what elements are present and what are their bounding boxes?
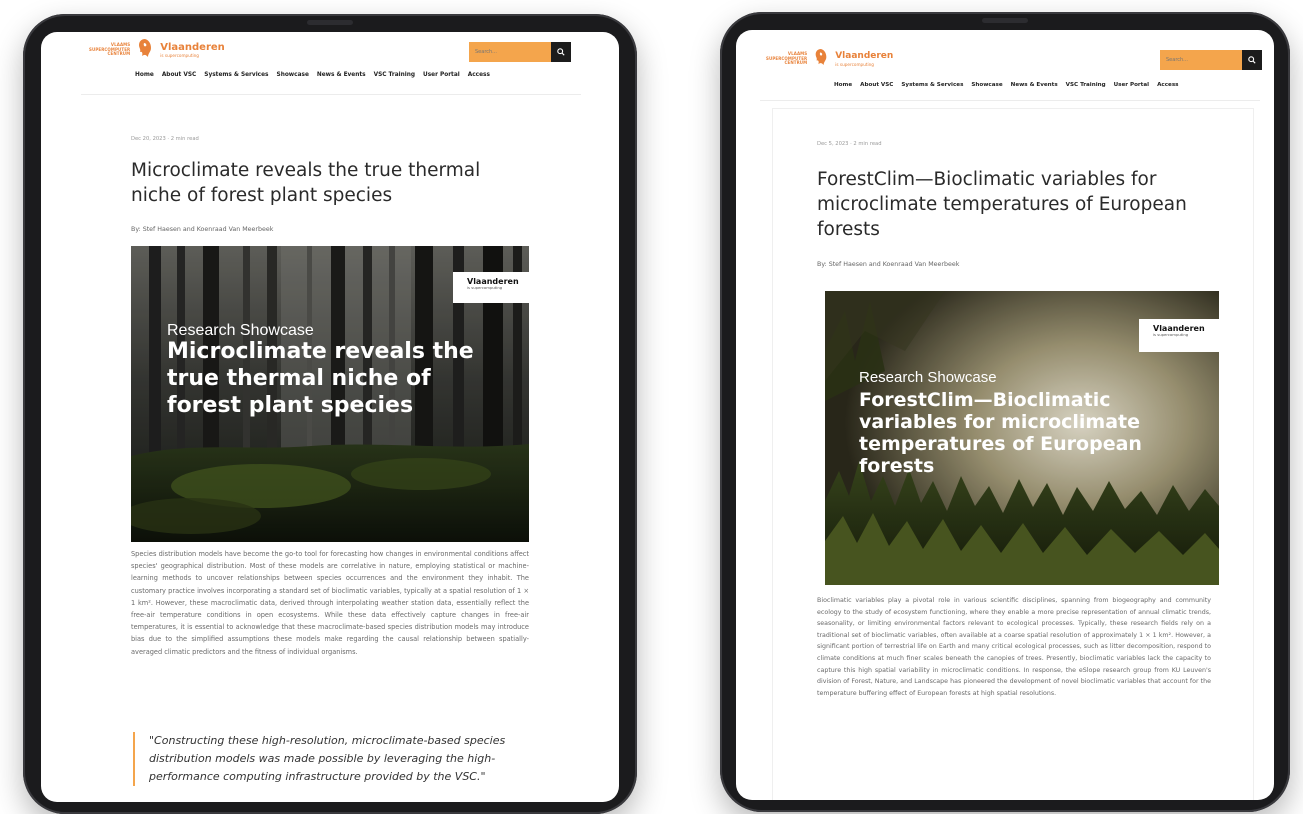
main-nav: Home About VSC Systems & Services Showca…: [834, 82, 1186, 88]
logo-small-text: VLAAMS SUPERCOMPUTER CENTRUM: [89, 42, 131, 57]
article-byline: By: Stef Haesen and Koenraad Van Meerbee…: [131, 226, 274, 233]
hero-title: ForestClim—Bioclimatic variables for mic…: [859, 389, 1142, 477]
article-byline: By: Stef Haesen and Koenraad Van Meerbee…: [817, 261, 960, 268]
article-meta: Dec 5, 2023 · 2 min read: [817, 141, 882, 147]
hero-image: Vlaanderen is supercomputing Research Sh…: [825, 291, 1219, 585]
right-tablet-frame: VLAAMS SUPERCOMPUTER CENTRUM Vlaanderen …: [720, 12, 1290, 812]
logo-small-text: VLAAMS SUPERCOMPUTER CENTRUM: [766, 51, 808, 66]
left-screen: VLAAMS SUPERCOMPUTER CENTRUM Vlaanderen …: [41, 32, 619, 802]
article-title: ForestClim—Bioclimatic variables for mic…: [817, 169, 1187, 240]
hero-brand-tag: Vlaanderen is supercomputing: [453, 272, 529, 303]
nav-training[interactable]: VSC Training: [1066, 82, 1106, 88]
brand-tagline: is supercomputing: [835, 62, 874, 67]
search-input[interactable]: [469, 42, 551, 62]
hero-kicker: Research Showcase: [859, 369, 997, 386]
nav-showcase[interactable]: Showcase: [971, 82, 1002, 88]
article-body: Species distribution models have become …: [131, 550, 529, 656]
header-divider: [760, 100, 1260, 101]
site-header: VLAAMS SUPERCOMPUTER CENTRUM Vlaanderen …: [41, 32, 619, 82]
nav-about[interactable]: About VSC: [162, 72, 196, 78]
nav-systems[interactable]: Systems & Services: [204, 72, 268, 78]
article-title: Microclimate reveals the true thermal ni…: [131, 160, 481, 206]
article-card: Dec 20, 2023 · 2 min read Microclimate r…: [89, 102, 579, 802]
hero-brand-tag: Vlaanderen is supercomputing: [1139, 319, 1219, 352]
site-logo[interactable]: VLAAMS SUPERCOMPUTER CENTRUM Vlaanderen …: [89, 38, 225, 62]
site-header: VLAAMS SUPERCOMPUTER CENTRUM Vlaanderen …: [736, 30, 1274, 88]
camera-notch: [307, 20, 353, 25]
header-divider: [81, 94, 581, 95]
search-bar: [1160, 50, 1262, 70]
hero-brand-sub: is supercomputing: [467, 285, 503, 290]
nav-home[interactable]: Home: [135, 72, 154, 78]
search-bar: [469, 42, 571, 62]
brand-name: Vlaanderen: [835, 51, 894, 61]
nav-user-portal[interactable]: User Portal: [1114, 82, 1149, 88]
hero-title: Microclimate reveals the true thermal ni…: [167, 339, 474, 418]
nav-showcase[interactable]: Showcase: [277, 72, 309, 78]
hero-image: Vlaanderen is supercomputing Research Sh…: [131, 246, 529, 542]
nav-access[interactable]: Access: [468, 72, 490, 78]
search-button[interactable]: [551, 42, 571, 62]
search-button[interactable]: [1242, 50, 1262, 70]
brand-tagline: is supercomputing: [160, 53, 199, 58]
nav-training[interactable]: VSC Training: [374, 72, 415, 78]
nav-news[interactable]: News & Events: [317, 72, 366, 78]
pull-quote: "Constructing these high-resolution, mic…: [133, 732, 519, 786]
nav-home[interactable]: Home: [834, 82, 852, 88]
article-body: Bioclimatic variables play a pivotal rol…: [817, 597, 1211, 697]
hero-brand-sub: is supercomputing: [1153, 332, 1189, 337]
main-nav: Home About VSC Systems & Services Showca…: [135, 72, 498, 78]
search-icon: [1248, 56, 1256, 64]
right-screen: VLAAMS SUPERCOMPUTER CENTRUM Vlaanderen …: [736, 30, 1274, 800]
nav-systems[interactable]: Systems & Services: [901, 82, 963, 88]
article-meta: Dec 20, 2023 · 2 min read: [131, 136, 199, 142]
camera-notch: [982, 18, 1028, 23]
site-logo[interactable]: VLAAMS SUPERCOMPUTER CENTRUM Vlaanderen …: [766, 48, 893, 70]
lion-icon: [136, 38, 154, 62]
search-input[interactable]: [1160, 50, 1242, 70]
nav-user-portal[interactable]: User Portal: [423, 72, 460, 78]
nav-access[interactable]: Access: [1157, 82, 1178, 88]
left-tablet-frame: VLAAMS SUPERCOMPUTER CENTRUM Vlaanderen …: [23, 14, 637, 814]
search-icon: [557, 48, 565, 56]
nav-news[interactable]: News & Events: [1011, 82, 1058, 88]
lion-icon: [813, 48, 829, 70]
nav-about[interactable]: About VSC: [860, 82, 893, 88]
article-card: Dec 5, 2023 · 2 min read ForestClim—Bioc…: [772, 108, 1254, 800]
brand-name: Vlaanderen: [160, 42, 225, 53]
